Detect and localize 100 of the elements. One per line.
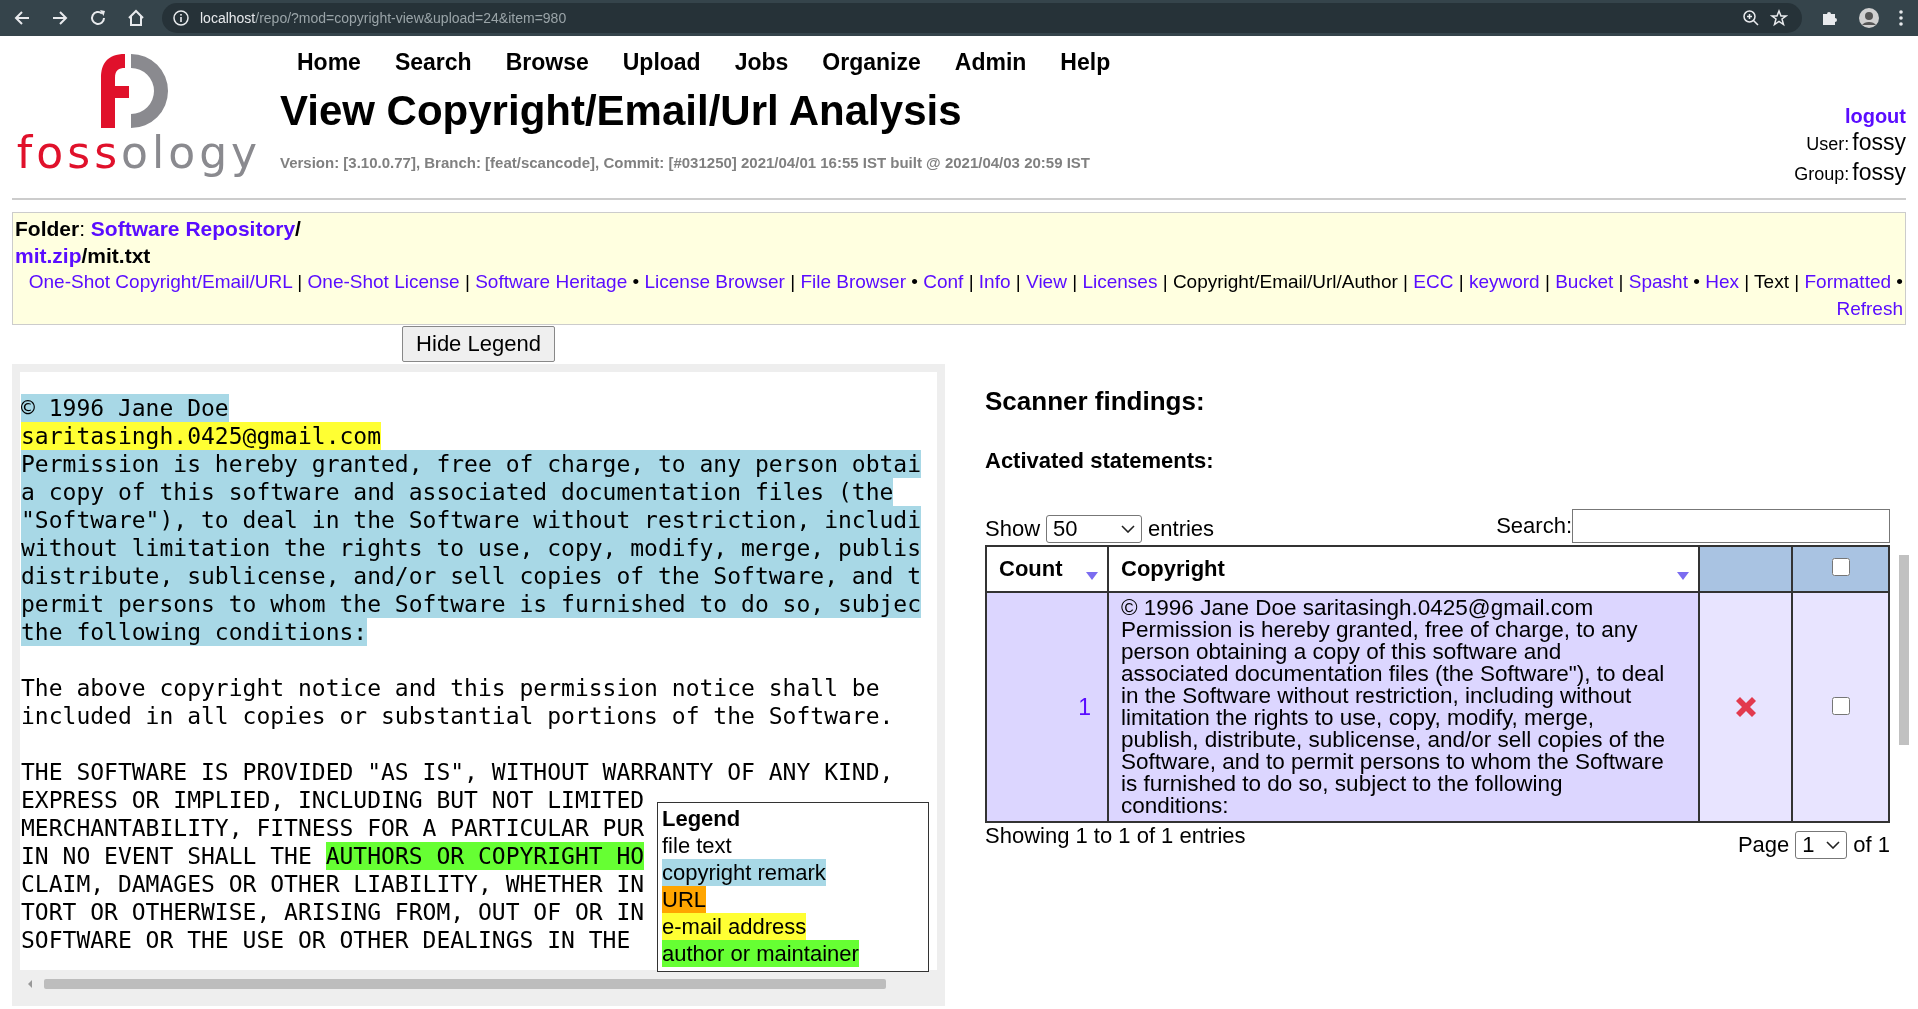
view-link[interactable]: ECC — [1413, 271, 1454, 292]
separator: | — [1072, 271, 1078, 292]
separator: | — [1458, 271, 1464, 292]
entries-label: entries — [1148, 516, 1215, 542]
nav-link[interactable]: Home — [280, 46, 378, 78]
show-label: Show — [985, 516, 1041, 542]
info-icon[interactable] — [172, 9, 190, 27]
highlighted-text: distribute, sublicense, and/or sell copies of the Software, and t — [21, 562, 922, 590]
view-link[interactable]: Hex — [1705, 271, 1739, 292]
sort-icon[interactable] — [1676, 571, 1690, 581]
separator: | — [1794, 271, 1800, 292]
nav-link[interactable]: Browse — [488, 46, 606, 78]
nav-link[interactable]: Search — [377, 46, 489, 78]
copyright-cell: © 1996 Jane Doe saritasingh.0425@gmail.com Permission is hereby granted, free of charge, to any person obtaining a copy of this software and associated documentation files (the Software"), to deal in the Software without restriction, including without limitation the rights to use, copy, modify, merge, publish, distribute, sublicense, and/or sell copies of the Software, and to permit persons to whom the Software is furnished to do so, subject to the following conditions: — [1108, 592, 1699, 822]
zoom-icon[interactable] — [1742, 9, 1760, 27]
reload-icon[interactable] — [88, 8, 108, 28]
view-link[interactable]: One-Shot Copyright/Email/URL — [28, 271, 293, 292]
separator: • — [1896, 271, 1903, 292]
address-bar[interactable]: localhost/repo/?mod=copyright-view&upload=24&item=980 — [162, 3, 1802, 33]
separator: | — [1015, 271, 1021, 292]
view-link[interactable]: Spasht — [1628, 271, 1688, 292]
row-checkbox[interactable] — [1831, 696, 1850, 715]
view-link[interactable]: Refresh — [1836, 298, 1903, 319]
view-link[interactable]: Info — [978, 271, 1011, 292]
home-icon[interactable] — [126, 8, 146, 28]
separator: | — [1618, 271, 1624, 292]
separator: | — [968, 271, 974, 292]
column-title[interactable]: Copyright — [1121, 556, 1225, 582]
legend-item: e-mail address — [662, 913, 807, 940]
nav-link[interactable]: Admin — [937, 46, 1044, 78]
chevron-down-icon — [1826, 841, 1841, 849]
archive-link[interactable]: mit.zip — [15, 244, 82, 267]
view-link[interactable]: File Browser — [800, 271, 906, 292]
view-link[interactable]: View — [1026, 271, 1067, 292]
nav-link[interactable]: Help — [1043, 46, 1128, 78]
file-text: THE SOFTWARE IS PROVIDED "AS IS", WITHOUT WARRANTY OF ANY KIND, — [21, 758, 894, 786]
star-icon[interactable] — [1770, 9, 1788, 27]
highlighted-text: © 1996 Jane Doe — [21, 394, 229, 422]
highlighted-text: the following conditions: — [21, 618, 368, 646]
separator: | — [1162, 271, 1168, 292]
view-link[interactable]: keyword — [1468, 271, 1540, 292]
page-title: View Copyright/Email/Url Analysis — [280, 86, 963, 136]
menu-icon[interactable] — [1898, 8, 1904, 28]
sort-icon[interactable] — [1085, 571, 1099, 581]
view-link[interactable]: One-Shot License — [307, 271, 460, 292]
highlighted-text: without limitation the rights to use, copy, modify, merge, publis — [21, 534, 922, 562]
file-name: /mit.txt — [81, 244, 151, 267]
separator: • — [1693, 271, 1700, 292]
legend-item: file text — [662, 832, 732, 859]
highlighted-text: "Software"), to deal in the Software without restriction, includi — [21, 506, 922, 534]
separator: | — [1744, 271, 1750, 292]
count-link[interactable]: 1 — [1078, 693, 1091, 720]
user-label: User: — [1806, 133, 1850, 156]
current-view: Copyright/Email/Url/Author — [1172, 271, 1398, 292]
file-text: TORT OR OTHERWISE, ARISING FROM, OUT OF OR IN — [21, 898, 645, 926]
folder-link[interactable]: Software Repository — [90, 217, 296, 240]
separator: | — [297, 271, 303, 292]
highlighted-text: permit persons to whom the Software is furnished to do so, subjec — [21, 590, 922, 618]
select-all-checkbox[interactable] — [1831, 558, 1850, 576]
highlighted-text: a copy of this software and associated documentation files (the — [21, 478, 894, 506]
logout-link[interactable]: logout — [1658, 104, 1906, 128]
view-link[interactable]: Licenses — [1082, 271, 1158, 292]
page-count: of 1 — [1853, 832, 1890, 858]
legend-title: Legend — [662, 805, 742, 832]
nav-link[interactable]: Jobs — [717, 46, 806, 78]
page-select[interactable]: 1 — [1795, 831, 1848, 859]
highlighted-text: AUTHORS OR COPYRIGHT HO — [325, 842, 645, 870]
separator: | — [1403, 271, 1409, 292]
group-name: fossy — [1852, 158, 1906, 186]
search-field[interactable] — [1572, 509, 1890, 543]
slash-text: / — [295, 217, 301, 240]
table-info: Showing 1 to 1 of 1 entries — [985, 823, 1246, 849]
view-link[interactable]: License Browser — [644, 271, 785, 292]
view-link[interactable]: Software Heritage — [475, 271, 628, 292]
page-label: Page — [1737, 832, 1790, 858]
file-text: CLAIM, DAMAGES OR OTHER LIABILITY, WHETHER IN — [21, 870, 645, 898]
group-label: Group: — [1794, 163, 1850, 186]
legend-item: author or maintainer — [662, 940, 859, 967]
chevron-down-icon — [1121, 525, 1136, 533]
hide-legend-button[interactable]: Hide Legend — [402, 326, 555, 362]
highlighted-text: saritasingh.0425@gmail.com — [21, 422, 382, 450]
separator: • — [911, 271, 918, 292]
nav-link[interactable]: Organize — [805, 46, 938, 78]
separator: | — [464, 271, 470, 292]
avatar-icon[interactable] — [1858, 7, 1880, 29]
nav-link[interactable]: Upload — [605, 46, 718, 78]
page-size-select[interactable]: 50 — [1046, 515, 1143, 543]
view-link[interactable]: Formatted — [1804, 271, 1892, 292]
view-link[interactable]: Conf — [923, 271, 964, 292]
version-text: Version: [3.10.0.77], Branch: [feat/scancode], Commit: [#031250] 2021/04/01 16:55 IST built @ 2021/04/03 20:59 IST — [280, 154, 1091, 171]
highlighted-text: Permission is hereby granted, free of charge, to any person obtai — [21, 450, 922, 478]
user-name: fossy — [1852, 128, 1906, 156]
file-text: The above copyright notice and this permission notice shall be — [21, 674, 880, 702]
file-text: IN NO EVENT SHALL THE — [21, 842, 313, 870]
search-label: Search: — [1496, 513, 1572, 539]
url-text[interactable]: localhost/repo/?mod=copyright-view&upload=24&item=980 — [200, 10, 567, 26]
view-link[interactable]: Bucket — [1555, 271, 1614, 292]
section-heading: Scanner findings: — [985, 385, 1206, 417]
file-text: EXPRESS OR IMPLIED, INCLUDING BUT NOT LIMITED — [21, 786, 645, 814]
legend-item: copyright remark — [662, 859, 826, 886]
